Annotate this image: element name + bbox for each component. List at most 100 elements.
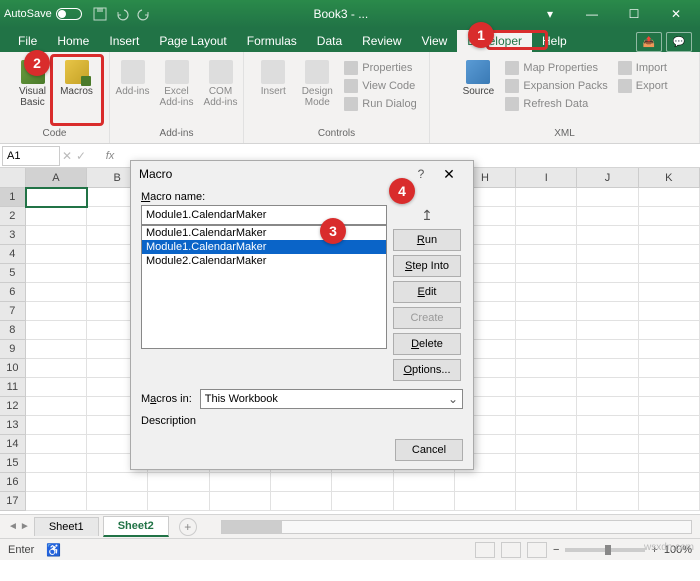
tab-home[interactable]: Home [47,30,99,52]
save-icon[interactable] [92,6,108,22]
cell[interactable] [639,359,700,378]
row-header[interactable]: 11 [0,378,26,397]
refresh-data-button[interactable]: Refresh Data [501,96,611,112]
run-dialog-button[interactable]: Run Dialog [340,96,420,112]
cell[interactable] [271,473,332,492]
cell[interactable] [639,473,700,492]
cancel-formula-icon[interactable]: ✕ [60,149,74,163]
tab-help[interactable]: Help [532,30,577,52]
cell[interactable] [87,473,148,492]
undo-icon[interactable] [114,6,130,22]
cell[interactable] [26,283,87,302]
macro-name-input[interactable] [141,205,387,225]
tab-file[interactable]: File [8,30,47,52]
col-header[interactable]: A [26,168,87,187]
cell[interactable] [577,207,638,226]
export-button[interactable]: Export [614,78,672,94]
sheet-tab-sheet2[interactable]: Sheet2 [103,516,169,537]
fx-icon[interactable]: fx [100,150,120,162]
tab-formulas[interactable]: Formulas [237,30,307,52]
cell[interactable] [26,492,87,511]
cell[interactable] [577,321,638,340]
cell[interactable] [639,302,700,321]
addins-button[interactable]: Add-ins [112,58,154,99]
comments-icon[interactable]: 💬 [666,32,692,52]
enter-formula-icon[interactable]: ✓ [74,149,88,163]
map-properties-button[interactable]: Map Properties [501,60,611,76]
macros-in-select[interactable]: This Workbook [200,389,463,409]
excel-addins-button[interactable]: Excel Add-ins [156,58,198,110]
close-icon[interactable]: ✕ [656,2,696,26]
cell[interactable] [394,473,455,492]
tab-review[interactable]: Review [352,30,411,52]
accessibility-icon[interactable]: ♿ [46,543,61,557]
toggle-off-icon[interactable] [56,8,82,20]
cell[interactable] [516,207,577,226]
row-header[interactable]: 4 [0,245,26,264]
cell[interactable] [26,226,87,245]
cell[interactable] [639,245,700,264]
create-button[interactable]: Create [393,307,461,329]
dialog-titlebar[interactable]: Macro ? ✕ [131,161,473,187]
cell[interactable] [26,245,87,264]
sheet-prev-icon[interactable]: ◄ [8,521,18,532]
cell[interactable] [26,302,87,321]
insert-control-button[interactable]: Insert [252,58,294,99]
col-header[interactable]: J [577,168,638,187]
source-button[interactable]: Source [457,58,499,99]
cell[interactable] [26,359,87,378]
cell[interactable] [577,264,638,283]
dialog-help-icon[interactable]: ? [409,167,433,181]
cell[interactable] [516,359,577,378]
cell[interactable] [639,340,700,359]
com-addins-button[interactable]: COM Add-ins [200,58,242,110]
expansion-packs-button[interactable]: Expansion Packs [501,78,611,94]
cell[interactable] [577,435,638,454]
step-into-button[interactable]: Step Into [393,255,461,277]
col-header[interactable]: K [639,168,700,187]
view-code-button[interactable]: View Code [340,78,420,94]
row-header[interactable]: 17 [0,492,26,511]
cell[interactable] [639,321,700,340]
tab-page-layout[interactable]: Page Layout [149,30,236,52]
macros-button[interactable]: Macros [56,58,98,99]
cell[interactable] [516,378,577,397]
horizontal-scrollbar[interactable] [221,520,692,534]
cell[interactable] [577,397,638,416]
cell[interactable] [26,188,87,207]
cell[interactable] [26,397,87,416]
cell[interactable] [639,226,700,245]
cell[interactable] [516,416,577,435]
cell[interactable] [455,492,516,511]
redo-icon[interactable] [136,6,152,22]
cancel-button[interactable]: Cancel [395,439,463,461]
macro-item[interactable]: Module2.CalendarMaker [142,254,386,268]
cell[interactable] [210,492,271,511]
row-header[interactable]: 13 [0,416,26,435]
cell[interactable] [639,492,700,511]
properties-button[interactable]: Properties [340,60,420,76]
row-header[interactable]: 6 [0,283,26,302]
cell[interactable] [516,302,577,321]
row-header[interactable]: 1 [0,188,26,207]
row-header[interactable]: 10 [0,359,26,378]
row-header[interactable]: 14 [0,435,26,454]
cell[interactable] [516,283,577,302]
cell[interactable] [577,188,638,207]
tab-view[interactable]: View [412,30,458,52]
add-sheet-icon[interactable]: + [179,518,197,536]
minimize-icon[interactable]: — [572,2,612,26]
cell[interactable] [516,264,577,283]
cell[interactable] [577,473,638,492]
cell[interactable] [639,435,700,454]
dialog-close-icon[interactable]: ✕ [433,166,465,183]
view-page-layout-icon[interactable] [501,542,521,558]
cell[interactable] [394,492,455,511]
view-page-break-icon[interactable] [527,542,547,558]
cell[interactable] [148,492,209,511]
row-header[interactable]: 2 [0,207,26,226]
select-all-corner[interactable] [0,168,26,187]
cell[interactable] [516,473,577,492]
ribbon-options-icon[interactable]: ▾ [530,2,570,26]
import-button[interactable]: Import [614,60,672,76]
